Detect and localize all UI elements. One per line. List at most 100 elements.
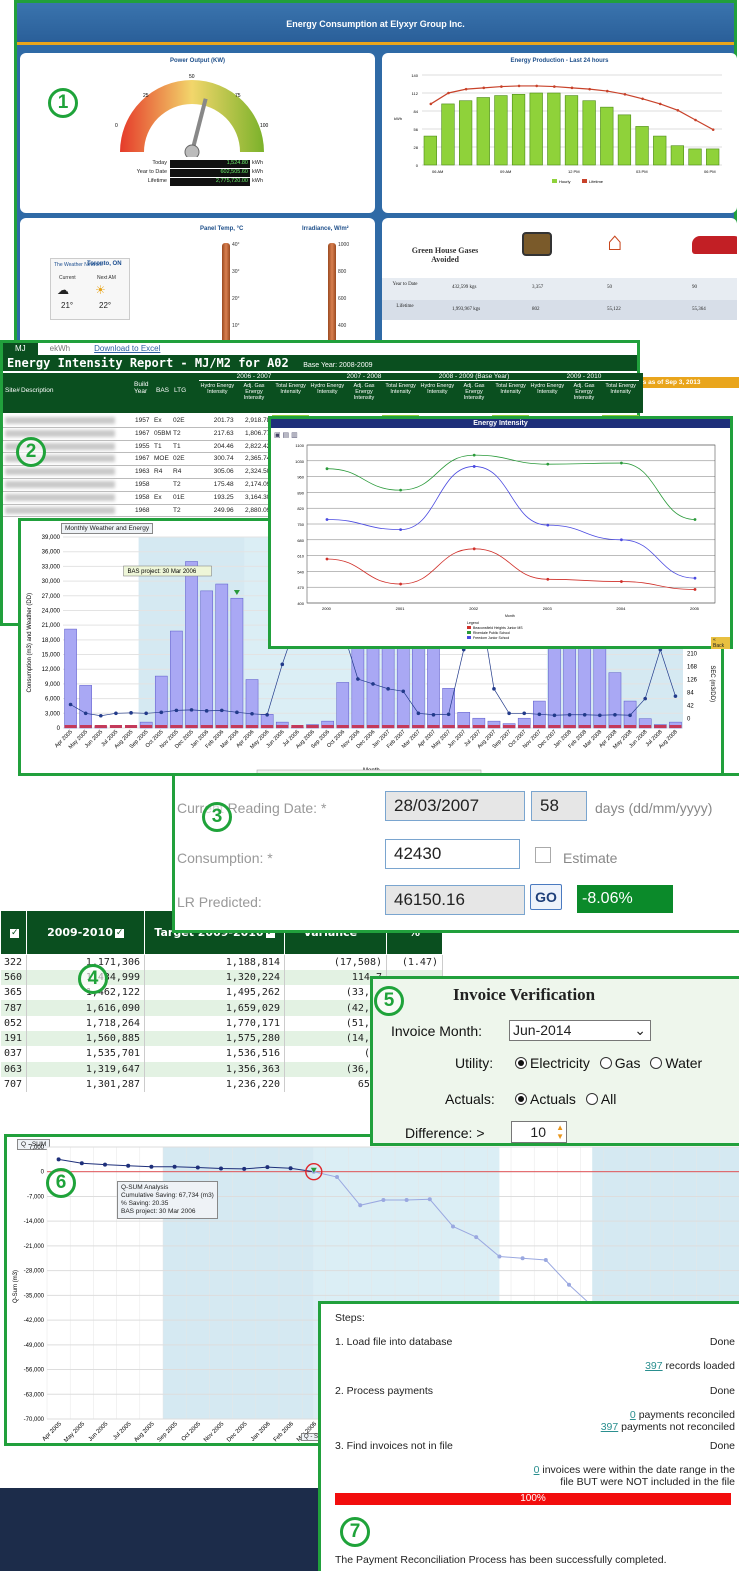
option-gas: Gas <box>614 1055 641 1071</box>
lifetime-point <box>588 87 591 91</box>
irradiance-title: Irradiance, W/m² <box>302 226 349 232</box>
weather-bar <box>291 725 304 728</box>
table-cell: 1,616,090 <box>26 1000 145 1016</box>
utility-options: Electricity Gas Water <box>509 1055 702 1071</box>
tab-mj[interactable]: MJ <box>3 343 38 355</box>
toolbar-icons[interactable]: ▣ ▤ ▥ <box>274 431 298 439</box>
stats-block: Today 1,524.80 kWh Year to Date 602,505.60 kW… <box>108 159 298 186</box>
step2-reconciled-link[interactable]: 0 <box>630 1409 636 1421</box>
estimate-checkbox[interactable] <box>535 847 551 863</box>
panel-temp-tick: 30° <box>232 269 240 275</box>
consumption-input[interactable]: 42430 <box>385 839 520 869</box>
weather-bar <box>669 725 682 728</box>
tab-ekwh[interactable]: ekWh <box>38 343 82 355</box>
badge-5: 5 <box>374 986 404 1016</box>
step1-count-link[interactable]: 397 <box>645 1360 663 1372</box>
y-tick: 1030 <box>295 459 305 464</box>
intensity-point <box>399 488 402 492</box>
step3-status: Done <box>709 1440 735 1452</box>
ghg-title: Green House Gases Avoided <box>411 246 479 264</box>
qsum-point <box>381 1197 386 1202</box>
weather-bar <box>79 725 92 728</box>
gauge-tick: 0 <box>115 123 118 129</box>
sun-icon: ☀ <box>95 283 106 297</box>
consumption-bar <box>170 630 183 729</box>
step1-label: 1. Load file into database <box>335 1336 453 1348</box>
qsum-tooltip: Q-SUM Analysis Cumulative Saving: 67,734… <box>117 1181 218 1219</box>
x-tick: 12 PM <box>568 169 580 174</box>
redacted-description <box>5 506 115 514</box>
y2-tick: 0 <box>687 716 691 722</box>
y-tick: 15,000 <box>42 653 61 659</box>
sec-point <box>114 711 118 716</box>
lifetime-point <box>711 128 715 131</box>
invoice-month-label: Invoice Month: <box>391 1023 483 1039</box>
difference-stepper[interactable]: 10 ▲ ▼ <box>511 1121 567 1143</box>
stat-unit: kWh <box>252 169 263 175</box>
days-unit-label: days (dd/mm/yyyy) <box>595 800 713 816</box>
step3-count-link[interactable]: 0 <box>534 1464 540 1476</box>
production-bar <box>529 92 543 166</box>
sec-point <box>613 712 617 717</box>
go-button[interactable]: GO <box>530 884 562 910</box>
radio-gas[interactable] <box>599 1057 612 1069</box>
redacted-description <box>5 480 115 488</box>
report-cell: T2 <box>173 429 181 437</box>
irradiance-tick: 600 <box>338 296 347 302</box>
intensity-point <box>399 528 402 532</box>
days-field[interactable]: 58 <box>531 791 587 821</box>
panel-temp-tick: 10° <box>232 323 240 329</box>
sec-point <box>507 711 511 716</box>
sec-point <box>446 712 451 717</box>
radio-actuals[interactable] <box>515 1093 527 1105</box>
weather-bar <box>472 725 485 728</box>
report-cell: Ex <box>154 417 162 424</box>
weather-bar <box>321 725 334 728</box>
sec-point <box>673 694 678 698</box>
sec-point <box>235 710 239 715</box>
radio-water[interactable] <box>650 1057 663 1069</box>
intensity-point <box>325 467 329 471</box>
invoice-month-select[interactable]: Jun-2014 ⌄ <box>509 1020 651 1041</box>
reading-date-field[interactable]: 28/03/2007 <box>385 791 525 821</box>
step2-not-reconciled-link[interactable]: 397 <box>601 1421 619 1433</box>
download-excel-link[interactable]: Download to Excel <box>82 343 172 355</box>
y-tick: 470 <box>297 585 304 590</box>
production-bar <box>441 103 455 166</box>
column-checkbox[interactable] <box>114 928 124 938</box>
back-button[interactable]: « Back <box>711 637 730 649</box>
stepper-arrows-icon[interactable]: ▲ ▼ <box>556 1123 564 1141</box>
x-tick: 2005 <box>690 606 700 611</box>
radio-all[interactable] <box>585 1093 598 1105</box>
qsum-point <box>242 1166 247 1171</box>
weather-bar <box>624 725 637 728</box>
stat-row: Today 1,524.80 kWh <box>108 160 298 168</box>
weather-bar <box>64 725 77 728</box>
radio-electricity[interactable] <box>515 1057 527 1069</box>
x-tick: 2004 <box>616 606 626 611</box>
stat-value: 2,775,720.00 <box>170 178 250 186</box>
y-tick: 112 <box>412 91 419 96</box>
invoice-verification-panel: Invoice Verification Invoice Month: Jun-… <box>370 976 739 1146</box>
production-bar <box>600 106 614 166</box>
lifetime-point <box>570 86 574 90</box>
column-checkbox[interactable] <box>10 928 19 938</box>
intensity-point <box>325 518 329 521</box>
x-tick: Jun 2005 <box>88 1421 110 1443</box>
x-tick: Sep 2005 <box>157 1421 180 1443</box>
weather-bar <box>593 725 606 728</box>
weather-bar <box>533 725 546 728</box>
y-tick: 7,000 <box>29 1145 45 1151</box>
invoice-month-value: Jun-2014 <box>513 1022 572 1038</box>
qsum-point <box>219 1166 223 1171</box>
stat-unit: kWh <box>252 178 263 184</box>
badge-1: 1 <box>48 88 78 118</box>
invoice-title: Invoice Verification <box>453 985 596 1004</box>
weather-bar <box>155 725 168 728</box>
y-tick: -70,000 <box>24 1417 45 1423</box>
intensity-point <box>546 577 550 581</box>
weather-bar <box>563 725 576 728</box>
subcol-header: Hydro Energy Intensity <box>420 383 455 395</box>
y-tick: 960 <box>297 475 304 480</box>
weather-bar <box>397 725 410 728</box>
